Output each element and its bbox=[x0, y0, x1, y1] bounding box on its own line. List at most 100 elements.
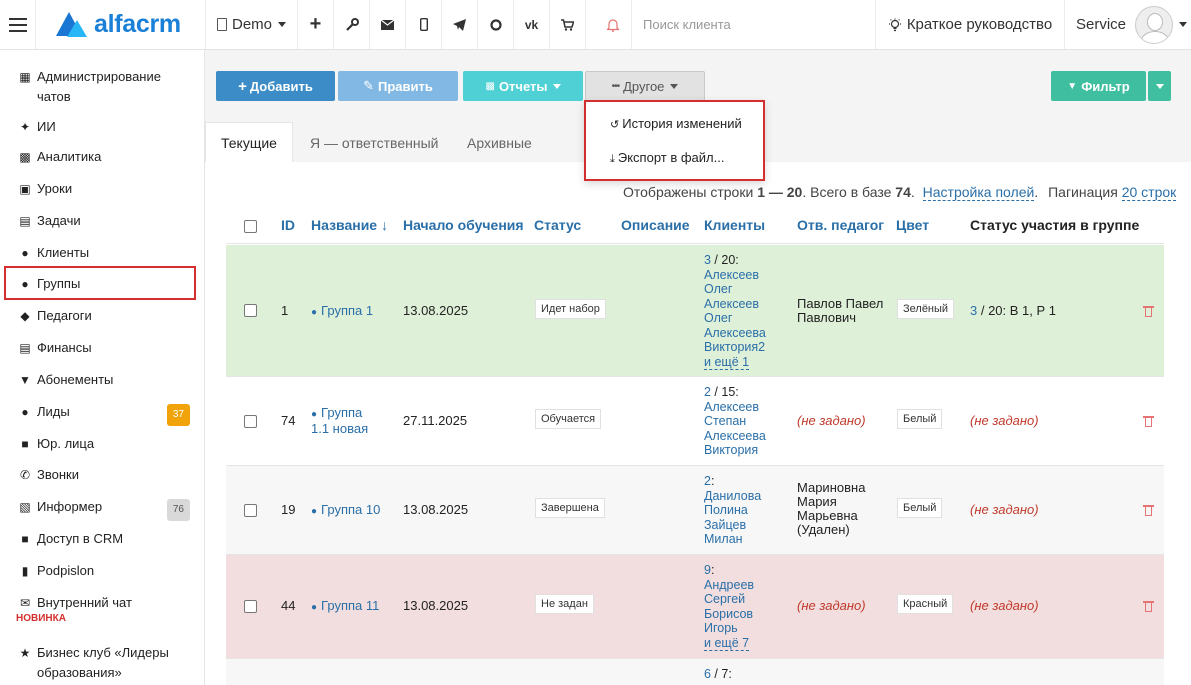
sidebar-item-teachers[interactable]: ◆ Педагоги bbox=[16, 306, 198, 326]
export-menu-item[interactable]: ⤓ Экспорт в файл... bbox=[610, 150, 724, 166]
other-button[interactable]: ••• Другое bbox=[585, 71, 705, 101]
envelope-icon: ✉ bbox=[19, 596, 31, 610]
delete-icon[interactable] bbox=[1143, 304, 1154, 317]
add-button[interactable]: + Добавить bbox=[216, 71, 335, 101]
sidebar-item-chat-admin[interactable]: ▦ Администрирование чатов bbox=[16, 67, 198, 107]
group-name: Группа 10 bbox=[321, 502, 381, 517]
sidebar-item-ai[interactable]: ✦ ИИ bbox=[16, 117, 198, 137]
group-link[interactable]: ● Группа 10 bbox=[311, 503, 380, 519]
document-icon bbox=[216, 18, 227, 31]
group-link[interactable]: ● Группа 11 bbox=[311, 599, 379, 615]
clients-count-link[interactable]: 2 bbox=[704, 474, 711, 488]
chat-icon[interactable] bbox=[478, 0, 514, 49]
delete-icon[interactable] bbox=[1143, 503, 1154, 516]
field-settings-link[interactable]: Настройка полей bbox=[922, 184, 1035, 201]
column-name[interactable]: Название ↓ bbox=[311, 217, 388, 233]
row-id: 44 bbox=[281, 598, 296, 613]
sidebar-item-lessons[interactable]: ▣ Уроки bbox=[16, 179, 198, 199]
sidebar-item-crm-access[interactable]: ■ Доступ в CRM bbox=[16, 529, 198, 549]
clients-list[interactable]: Андреев Сергей Борисов Игорь bbox=[704, 578, 754, 636]
table-row[interactable]: 1 ● Группа 1 13.08.2025 Идет набор 3 / 20… bbox=[226, 245, 1164, 377]
tab-responsible[interactable]: Я — ответственный bbox=[310, 122, 438, 163]
more-clients-link[interactable]: и ещё 7 bbox=[704, 635, 750, 651]
delete-icon[interactable] bbox=[1143, 414, 1154, 427]
chat-admin-icon: ▦ bbox=[19, 70, 31, 84]
logo[interactable]: alfacrm bbox=[36, 0, 206, 49]
reports-button[interactable]: ▩ Отчеты bbox=[463, 71, 583, 101]
participation-text: / 20: В 1, Р 1 bbox=[977, 303, 1057, 318]
sidebar-item-groups[interactable]: ● Группы bbox=[16, 274, 198, 294]
delete-icon[interactable] bbox=[1143, 599, 1154, 612]
table-row[interactable]: 74 ● Группа 1.1 новая 27.11.2025 Обучаетс… bbox=[226, 377, 1164, 466]
clients-cell: 2 / 15: Алексеев Степан Алексеева Виктор… bbox=[704, 385, 779, 458]
new-badge: НОВИНКА bbox=[16, 613, 66, 624]
mobile-icon[interactable] bbox=[406, 0, 442, 49]
clients-count-link[interactable]: 2 bbox=[704, 385, 711, 399]
table-row[interactable]: 6 / 7: bbox=[226, 659, 1164, 685]
sidebar-item-analytics[interactable]: ▩ Аналитика bbox=[16, 147, 198, 167]
row-checkbox[interactable] bbox=[244, 304, 257, 317]
calendar-icon: ▣ bbox=[19, 182, 31, 196]
mail-icon[interactable] bbox=[370, 0, 406, 49]
menu-toggle-button[interactable] bbox=[0, 0, 36, 49]
group-link[interactable]: ● Группа 1 bbox=[311, 304, 373, 320]
clients-count-link[interactable]: 9 bbox=[704, 563, 711, 577]
sidebar-item-internal-chat[interactable]: ✉ Внутренний чат bbox=[16, 593, 198, 613]
history-menu-item[interactable]: ↺ История изменений bbox=[610, 116, 742, 131]
column-clients[interactable]: Клиенты bbox=[704, 217, 765, 233]
plus-icon[interactable]: + bbox=[298, 0, 334, 49]
sidebar-item-label: ИИ bbox=[37, 119, 56, 134]
sparkle-icon: ✦ bbox=[19, 120, 31, 134]
sidebar-item-clients[interactable]: ● Клиенты bbox=[16, 243, 198, 263]
table-row[interactable]: 44 ● Группа 11 13.08.2025 Не задан 9: Анд… bbox=[226, 555, 1164, 659]
clients-list[interactable]: Данилова Полина Зайцев Милан bbox=[704, 489, 761, 547]
more-clients-link[interactable]: и ещё 1 bbox=[704, 354, 750, 370]
column-teacher[interactable]: Отв. педагог bbox=[797, 217, 884, 233]
tab-archived[interactable]: Архивные bbox=[467, 122, 532, 163]
info-text: . bbox=[1034, 184, 1039, 200]
cart-icon[interactable] bbox=[550, 0, 586, 49]
sidebar-item-legal-entities[interactable]: ■ Юр. лица bbox=[16, 434, 198, 454]
table-row[interactable]: 19 ● Группа 10 13.08.2025 Завершена 2: Да… bbox=[226, 466, 1164, 555]
sidebar-item-tasks[interactable]: ▤ Задачи bbox=[16, 211, 198, 231]
edit-button[interactable]: ✎ Править bbox=[338, 71, 458, 101]
wrench-icon[interactable] bbox=[334, 0, 370, 49]
clients-list[interactable]: Алексеев Олег Алексеев Олег Алексеева Ви… bbox=[704, 268, 766, 355]
tab-current[interactable]: Текущие bbox=[205, 122, 293, 163]
quick-guide-link[interactable]: Краткое руководство bbox=[876, 0, 1065, 49]
sidebar-item-business-club[interactable]: ★ Бизнес клуб «Лидеры образования» bbox=[16, 643, 198, 683]
sidebar-item-podpislon[interactable]: ▮ Podpislon bbox=[16, 561, 198, 581]
filter-button[interactable]: ▼ Фильтр bbox=[1051, 71, 1146, 101]
chevron-down-icon bbox=[1155, 83, 1164, 89]
column-id[interactable]: ID bbox=[281, 217, 295, 233]
clients-cell: 6 / 7: bbox=[704, 667, 779, 682]
client-search-input[interactable]: Поиск клиента bbox=[632, 0, 876, 49]
filter-dropdown-button[interactable] bbox=[1148, 71, 1171, 101]
sidebar-item-label: Задачи bbox=[37, 213, 81, 228]
sidebar-item-leads[interactable]: ● Лиды 37 bbox=[16, 402, 198, 426]
clients-count-link[interactable]: 3 bbox=[704, 253, 711, 267]
column-color[interactable]: Цвет bbox=[896, 217, 929, 233]
row-checkbox[interactable] bbox=[244, 504, 257, 517]
column-description[interactable]: Описание bbox=[621, 217, 690, 233]
clients-list[interactable]: Алексеев Степан Алексеева Виктория bbox=[704, 400, 766, 458]
clients-count-link[interactable]: 6 bbox=[704, 667, 711, 681]
column-start-date[interactable]: Начало обучения bbox=[403, 217, 524, 233]
branch-selector[interactable]: Demo bbox=[206, 0, 298, 49]
user-plus-icon: ● bbox=[21, 405, 29, 419]
sidebar-item-informer[interactable]: ▧ Информер 76 bbox=[16, 497, 198, 521]
sidebar-item-finance[interactable]: ▤ Финансы bbox=[16, 338, 198, 358]
column-status[interactable]: Статус bbox=[534, 217, 581, 233]
row-checkbox[interactable] bbox=[244, 600, 257, 613]
row-checkbox[interactable] bbox=[244, 415, 257, 428]
bell-icon[interactable] bbox=[594, 0, 632, 49]
user-menu[interactable]: Service bbox=[1065, 0, 1191, 49]
telegram-icon[interactable] bbox=[442, 0, 478, 49]
group-link[interactable]: ● Группа 1.1 новая bbox=[311, 406, 381, 436]
pagination-link[interactable]: 20 строк bbox=[1121, 184, 1177, 201]
column-participation: Статус участия в группе bbox=[970, 217, 1140, 233]
sidebar-item-calls[interactable]: ✆ Звонки bbox=[16, 465, 198, 485]
sidebar-item-subscriptions[interactable]: ▼ Абонементы bbox=[16, 370, 198, 390]
vk-icon[interactable]: vk bbox=[514, 0, 550, 49]
select-all-checkbox[interactable] bbox=[244, 220, 257, 233]
